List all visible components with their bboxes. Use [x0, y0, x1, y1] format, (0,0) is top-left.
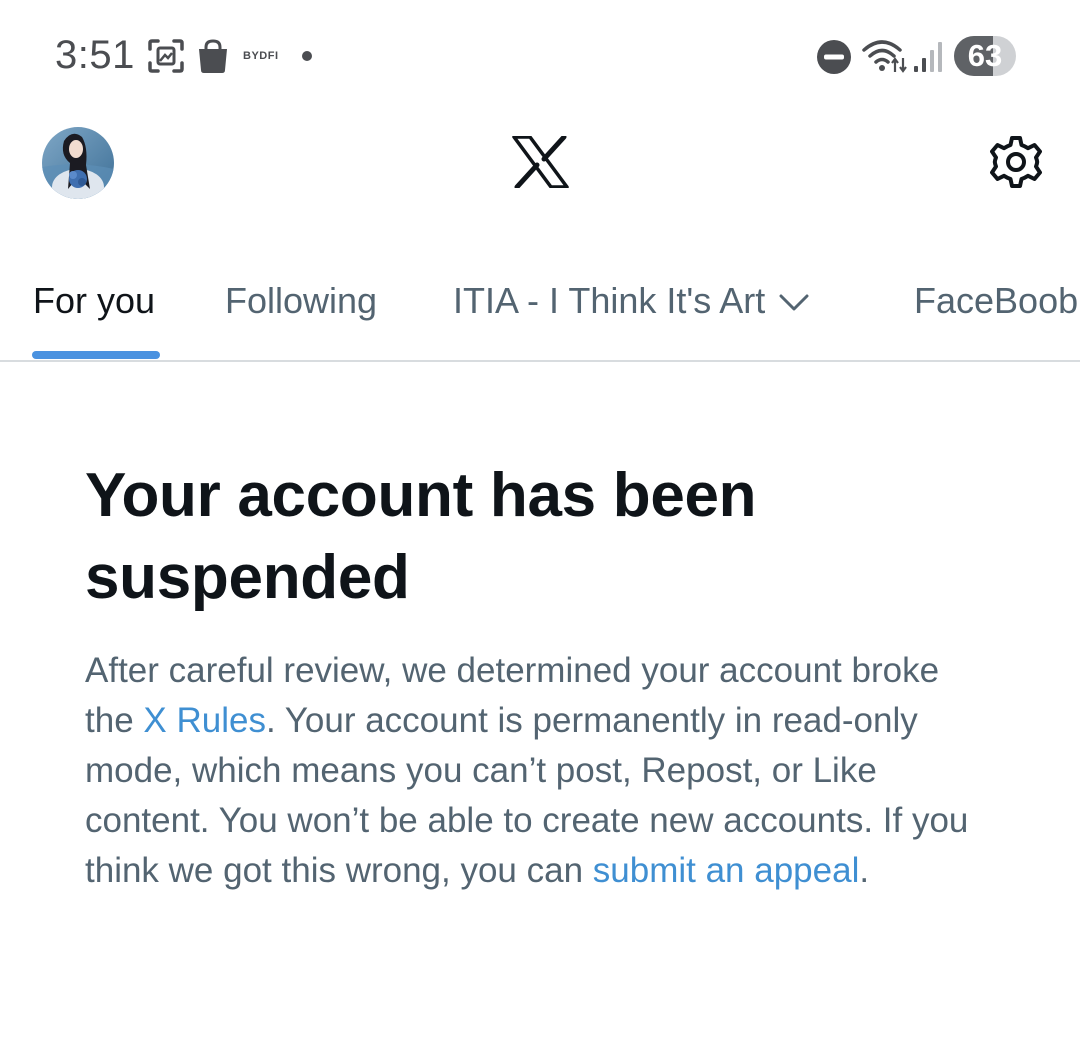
- tab-for-you[interactable]: For you: [33, 280, 155, 322]
- signal-icon: [914, 42, 942, 72]
- tab-faceboob[interactable]: FaceBoob: [914, 280, 1078, 322]
- tab-label: FaceBoob: [914, 280, 1079, 321]
- screenshot-icon: [148, 39, 184, 73]
- wifi-icon: [862, 40, 907, 73]
- tab-label: ITIA - I Think It's Art: [453, 280, 766, 321]
- notice-body: After careful review, we determined your…: [85, 646, 995, 896]
- chevron-down-icon[interactable]: [779, 294, 809, 312]
- app-header: [0, 110, 1080, 220]
- timeline-tabs: For you Following ITIA - I Think It's Ar…: [0, 262, 1080, 362]
- tabs-divider: [0, 360, 1080, 362]
- shopping-bag-icon: [199, 39, 227, 73]
- notice-body-text: .: [859, 851, 870, 890]
- status-bar: 3:51 BYDFI 63: [0, 0, 1080, 110]
- bydfi-app-label: BYDFI: [243, 50, 279, 62]
- submit-appeal-link[interactable]: submit an appeal: [593, 851, 860, 890]
- status-time: 3:51: [55, 33, 135, 77]
- do-not-disturb-icon: [817, 40, 851, 74]
- x-logo-icon[interactable]: [512, 136, 569, 188]
- avatar-image: [42, 127, 114, 199]
- notification-dot-icon: [302, 51, 312, 61]
- active-tab-indicator: [32, 351, 160, 359]
- battery-icon: 63: [954, 36, 1016, 76]
- x-rules-link[interactable]: X Rules: [143, 701, 266, 740]
- tab-label: Following: [225, 280, 378, 321]
- tab-following[interactable]: Following: [225, 280, 377, 322]
- avatar[interactable]: [42, 127, 114, 199]
- screen: 3:51 BYDFI 63 For you Following ITIA - I…: [0, 0, 1080, 1062]
- tab-itia-list[interactable]: ITIA - I Think It's Art: [453, 280, 809, 322]
- gear-icon[interactable]: [988, 134, 1044, 190]
- notice-title: Your account has been suspended: [85, 461, 757, 612]
- tab-label: For you: [33, 280, 156, 321]
- battery-percentage: 63: [967, 38, 1003, 73]
- suspension-notice: Your account has been suspended After ca…: [85, 455, 1005, 896]
